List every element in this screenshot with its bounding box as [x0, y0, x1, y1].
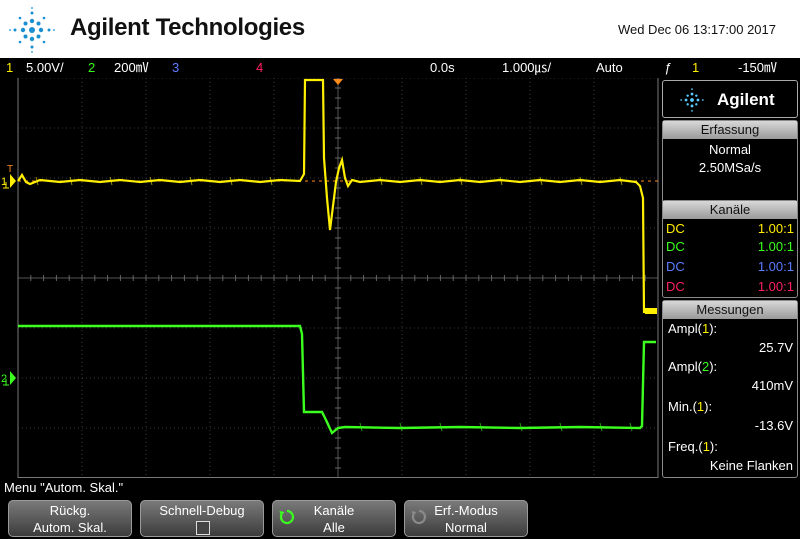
softkey-undo-autoscale[interactable]: Rückg. Autom. Skal. — [8, 500, 132, 537]
trigger-level-marker-label: T — [7, 164, 13, 175]
measurement-item: Freq.(1): Keine Flanken — [668, 439, 793, 473]
graticule-grid — [17, 78, 659, 478]
side-panel: Agilent Erfassung Normal 2.50MSa/s Kanäl… — [660, 78, 800, 478]
sample-rate: 2.50MSa/s — [698, 160, 762, 175]
measurement-name: Ampl — [668, 321, 698, 336]
ch3-number[interactable]: 3 — [172, 58, 179, 78]
brand-title: Agilent Technologies — [70, 14, 305, 41]
measurement-name: Min. — [668, 399, 693, 414]
ch2-coupling: DC — [666, 239, 685, 254]
datetime: Wed Dec 06 13:17:00 2017 — [617, 22, 776, 37]
channels-box[interactable]: Kanäle DC 1.00:1 DC 1.00:1 DC 1.00:1 DC … — [662, 200, 798, 298]
ch4-number[interactable]: 4 — [256, 58, 263, 78]
trigger-source[interactable]: 1 — [692, 58, 699, 78]
channel-row-2: DC 1.00:1 — [663, 239, 797, 259]
trigger-level[interactable]: -150㎷ — [738, 58, 777, 78]
channel-row-3: DC 1.00:1 — [663, 259, 797, 279]
channels-title: Kanäle — [663, 201, 797, 219]
measurement-value: 25.7V — [759, 340, 793, 355]
ch2-trace — [18, 324, 656, 435]
measurement-channel: 1 — [701, 321, 710, 336]
ch3-probe: 1.00:1 — [757, 259, 794, 274]
softkey-bar: Rückg. Autom. Skal. Schnell-Debug Kanäle… — [0, 498, 800, 539]
ch1-scale[interactable]: 5.00V/ — [26, 58, 64, 78]
time-scale[interactable]: 1.000㎲/ — [502, 58, 551, 78]
waveform-display[interactable]: 1 T 2 — [0, 78, 660, 478]
measurement-item: Ampl(1): 25.7V — [668, 321, 793, 355]
menu-title: Menu "Autom. Skal." — [0, 478, 800, 498]
measurement-channel: 1 — [696, 399, 705, 414]
agilent-spark-logo-icon — [9, 7, 55, 53]
measurements-box[interactable]: Messungen Ampl(1): 25.7V Ampl(2): 410mV … — [662, 300, 798, 478]
trigger-position-marker-icon[interactable] — [333, 79, 343, 85]
header-bar: Agilent Technologies Wed Dec 06 13:17:00… — [0, 0, 800, 58]
measurement-name: Ampl — [668, 359, 698, 374]
acquisition-mode: Normal — [709, 142, 751, 157]
trigger-mode[interactable]: Auto — [596, 58, 623, 78]
acquisition-box[interactable]: Erfassung Normal 2.50MSa/s — [662, 120, 798, 204]
measurement-channel: 1 — [702, 439, 710, 454]
agilent-spark-small-icon — [680, 88, 704, 112]
side-brand: Agilent — [717, 90, 775, 109]
measurement-value: 410mV — [751, 378, 793, 393]
waveform-graticule: 1 T 2 — [1, 78, 659, 478]
ch4-coupling: DC — [666, 279, 685, 294]
time-offset[interactable]: 0.0s — [430, 58, 455, 78]
ch1-probe: 1.00:1 — [757, 221, 794, 236]
softkey-channels[interactable]: Kanäle Alle — [272, 500, 396, 537]
ch1-trace — [17, 78, 656, 314]
measurements-title: Messungen — [663, 301, 797, 319]
status-bar: 1 5.00V/ 2 200㎷ 3 4 0.0s 1.000㎲/ Auto ƒ … — [0, 58, 800, 78]
channel-row-4: DC 1.00:1 — [663, 279, 797, 299]
ch1-offscreen-indicator — [645, 308, 657, 314]
ch1-marker-label: 1 — [1, 176, 7, 188]
softkey-acquisition-mode[interactable]: Erf.-Modus Normal — [404, 500, 528, 537]
channel-row-1: DC 1.00:1 — [663, 219, 797, 239]
acquisition-title: Erfassung — [663, 121, 797, 139]
ch1-number[interactable]: 1 — [6, 58, 13, 78]
measurement-value: Keine Flanken — [709, 458, 793, 473]
ch4-probe: 1.00:1 — [757, 279, 794, 294]
ch2-probe: 1.00:1 — [757, 239, 794, 254]
ch2-number[interactable]: 2 — [88, 58, 95, 78]
softkey-quick-debug[interactable]: Schnell-Debug — [140, 500, 264, 537]
measurement-name: Freq. — [668, 439, 699, 454]
measurement-channel: 2 — [701, 359, 710, 374]
measurement-item: Min.(1): -13.6V — [668, 399, 793, 433]
measurement-item: Ampl(2): 410mV — [668, 359, 793, 393]
ch2-marker-label: 2 — [1, 373, 7, 385]
measurement-value: -13.6V — [754, 418, 793, 433]
ch1-coupling: DC — [666, 221, 685, 236]
trigger-slope-icon[interactable]: ƒ — [664, 58, 671, 78]
ch3-coupling: DC — [666, 259, 685, 274]
quick-debug-checkbox[interactable] — [196, 521, 210, 535]
agilent-badge: Agilent — [662, 80, 798, 118]
ch2-scale[interactable]: 200㎷ — [114, 58, 149, 78]
